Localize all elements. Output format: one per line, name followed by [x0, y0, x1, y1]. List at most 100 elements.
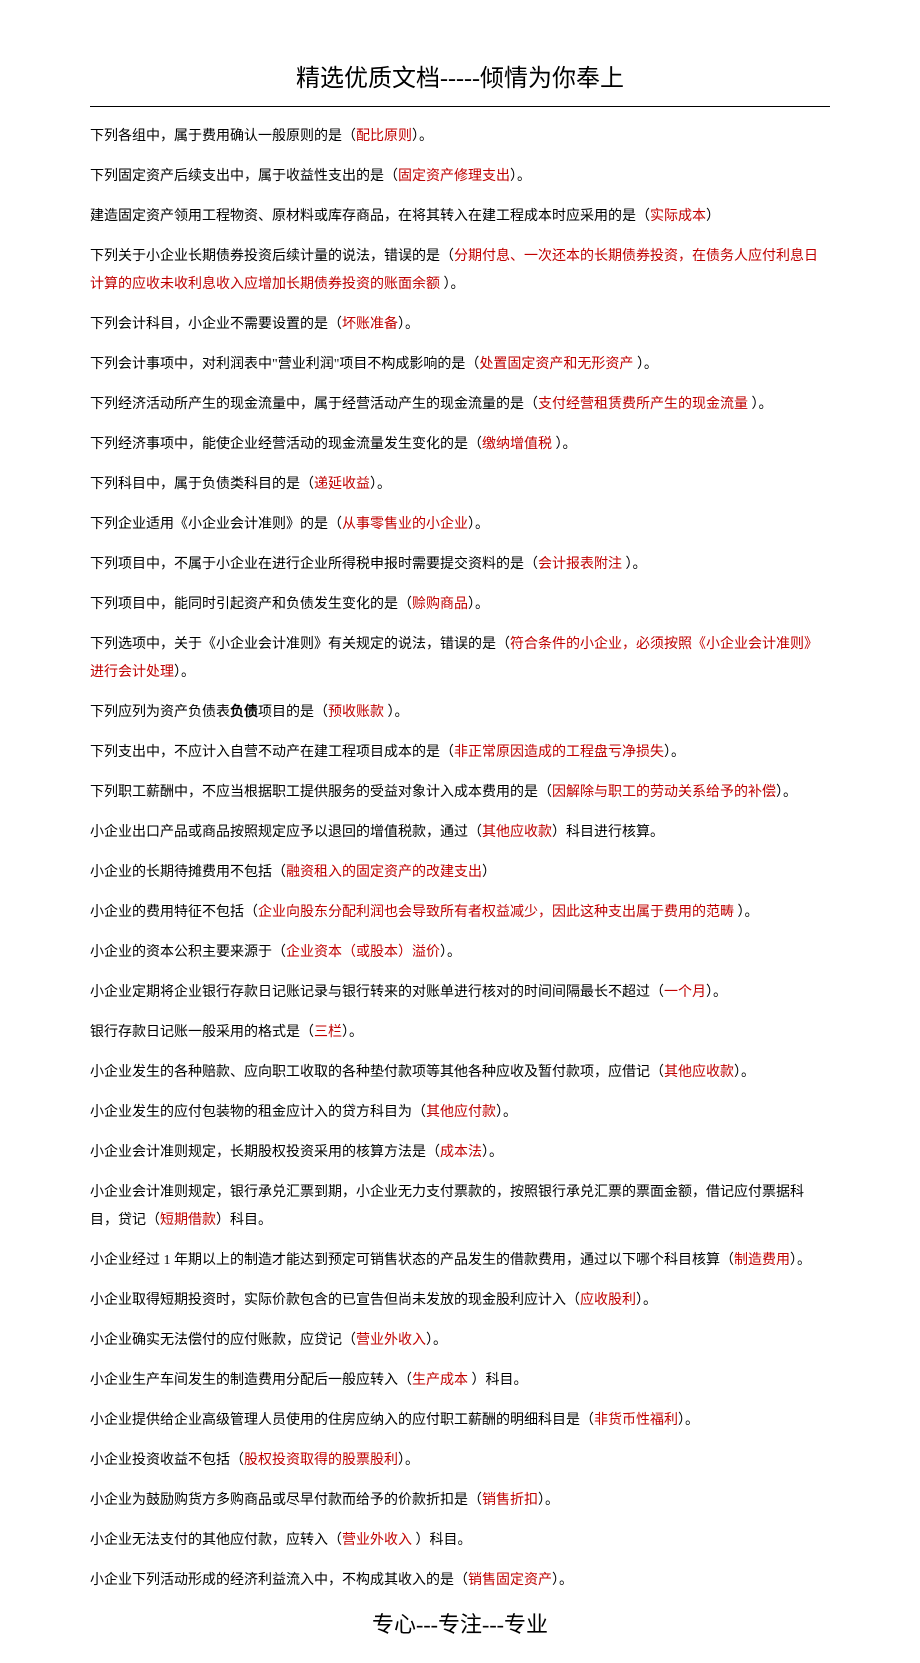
text-line: 下列经济事项中，能使企业经营活动的现金流量发生变化的是（缴纳增值税 ）。 — [90, 431, 830, 459]
answer-text: 缴纳增值税 — [482, 437, 552, 452]
answer-text: 营业外收入 — [356, 1333, 426, 1348]
answer-text: 预收账款 — [328, 705, 384, 720]
answer-text: 营业外收入 — [342, 1533, 412, 1548]
question-text: 下列项目中，能同时引起资产和负债发生变化的是（ — [90, 597, 412, 612]
question-text: ） — [706, 209, 720, 224]
question-text: 小企业取得短期投资时，实际价款包含的已宣告但尚未发放的现金股利应计入（ — [90, 1293, 580, 1308]
question-text: ）。 — [706, 985, 727, 1000]
question-text: ）科目。 — [216, 1213, 272, 1228]
question-text: 小企业投资收益不包括（ — [90, 1453, 244, 1468]
answer-text: 生产成本 — [412, 1373, 468, 1388]
question-text: ）科目进行核算。 — [552, 825, 664, 840]
answer-text: 赊购商品 — [412, 597, 468, 612]
text-line: 小企业发生的应付包装物的租金应计入的贷方科目为（其他应付款）。 — [90, 1099, 830, 1127]
question-text: 项目的是（ — [258, 705, 328, 720]
question-text: 小企业的费用特征不包括（ — [90, 905, 258, 920]
text-line: 下列应列为资产负债表负债项目的是（预收账款 ）。 — [90, 699, 830, 727]
question-text: 小企业提供给企业高级管理人员使用的住房应纳入的应付职工薪酬的明细科目是（ — [90, 1413, 594, 1428]
question-text: ）。 — [412, 129, 433, 144]
question-text: 下列职工薪酬中，不应当根据职工提供服务的受益对象计入成本费用的是（ — [90, 785, 552, 800]
question-text: ）。 — [636, 1293, 657, 1308]
question-text: ）。 — [734, 1065, 755, 1080]
text-line: 下列固定资产后续支出中，属于收益性支出的是（固定资产修理支出）。 — [90, 163, 830, 191]
text-line: 下列会计事项中，对利润表中"营业利润"项目不构成影响的是（处置固定资产和无形资产… — [90, 351, 830, 379]
question-text: ）。 — [734, 905, 759, 920]
answer-text: 支付经营租赁费所产生的现金流量 — [538, 397, 748, 412]
question-text: 建造固定资产领用工程物资、原材料或库存商品，在将其转入在建工程成本时应采用的是（ — [90, 209, 650, 224]
question-text: 小企业为鼓励购货方多购商品或尽早付款而给予的价款折扣是（ — [90, 1493, 482, 1508]
question-text: ）。 — [538, 1493, 559, 1508]
answer-text: 短期借款 — [160, 1213, 216, 1228]
text-line: 建造固定资产领用工程物资、原材料或库存商品，在将其转入在建工程成本时应采用的是（… — [90, 203, 830, 231]
question-text: 下列应列为资产负债表 — [90, 705, 230, 720]
question-text: 小企业经过 1 年期以上的制造才能达到预定可销售状态的产品发生的借款费用，通过以… — [90, 1253, 734, 1268]
answer-text: 其他应收款 — [482, 825, 552, 840]
text-line: 小企业的费用特征不包括（企业向股东分配利润也会导致所有者权益减少，因此这种支出属… — [90, 899, 830, 927]
text-line: 小企业的长期待摊费用不包括（融资租入的固定资产的改建支出） — [90, 859, 830, 887]
question-text: ）。 — [398, 1453, 419, 1468]
question-text: ） — [482, 865, 496, 880]
text-line: 小企业会计准则规定，银行承兑汇票到期，小企业无力支付票款的，按照银行承兑汇票的票… — [90, 1179, 830, 1235]
question-text: 下列企业适用《小企业会计准则》的是（ — [90, 517, 342, 532]
text-line: 下列科目中，属于负债类科目的是（递延收益）。 — [90, 471, 830, 499]
answer-text: 制造费用 — [734, 1253, 790, 1268]
question-text: ）。 — [776, 785, 797, 800]
question-text: ）。 — [496, 1105, 517, 1120]
question-text: 下列科目中，属于负债类科目的是（ — [90, 477, 314, 492]
answer-text: 融资租入的固定资产的改建支出 — [286, 865, 482, 880]
text-line: 银行存款日记账一般采用的格式是（三栏）。 — [90, 1019, 830, 1047]
question-text: ）。 — [482, 1145, 503, 1160]
question-text: 小企业发生的应付包装物的租金应计入的贷方科目为（ — [90, 1105, 426, 1120]
answer-text: 销售固定资产 — [468, 1573, 552, 1588]
question-text: 小企业的长期待摊费用不包括（ — [90, 865, 286, 880]
question-text: 下列各组中，属于费用确认一般原则的是（ — [90, 129, 356, 144]
answer-text: 一个月 — [664, 985, 706, 1000]
text-line: 下列项目中，不属于小企业在进行企业所得税申报时需要提交资料的是（会计报表附注 ）… — [90, 551, 830, 579]
question-text: 小企业无法支付的其他应付款，应转入（ — [90, 1533, 342, 1548]
question-text: 下列经济活动所产生的现金流量中，属于经营活动产生的现金流量的是（ — [90, 397, 538, 412]
answer-text: 配比原则 — [356, 129, 412, 144]
answer-text: 实际成本 — [650, 209, 706, 224]
text-line: 小企业下列活动形成的经济利益流入中，不构成其收入的是（销售固定资产）。 — [90, 1567, 830, 1595]
answer-text: 应收股利 — [580, 1293, 636, 1308]
question-text: ）。 — [468, 517, 489, 532]
answer-text: 递延收益 — [314, 477, 370, 492]
question-text: ）。 — [748, 397, 773, 412]
answer-text: 销售折扣 — [482, 1493, 538, 1508]
answer-text: 因解除与职工的劳动关系给予的补偿 — [552, 785, 776, 800]
text-line: 小企业出口产品或商品按照规定应予以退回的增值税款，通过（其他应收款）科目进行核算… — [90, 819, 830, 847]
text-line: 小企业取得短期投资时，实际价款包含的已宣告但尚未发放的现金股利应计入（应收股利）… — [90, 1287, 830, 1315]
question-text: 小企业发生的各种赔款、应向职工收取的各种垫付款项等其他各种应收及暂付款项，应借记… — [90, 1065, 664, 1080]
page-header: 精选优质文档-----倾情为你奉上 — [90, 60, 830, 107]
answer-text: 非货币性福利 — [594, 1413, 678, 1428]
question-text: 银行存款日记账一般采用的格式是（ — [90, 1025, 314, 1040]
answer-text: 处置固定资产和无形资产 — [479, 357, 633, 372]
question-text: 下列关于小企业长期债券投资后续计量的说法，错误的是（ — [90, 249, 454, 264]
text-line: 下列经济活动所产生的现金流量中，属于经营活动产生的现金流量的是（支付经营租赁费所… — [90, 391, 830, 419]
question-text: ）。 — [426, 1333, 447, 1348]
text-line: 下列会计科目，小企业不需要设置的是（坏账准备）。 — [90, 311, 830, 339]
text-line: 下列支出中，不应计入自营不动产在建工程项目成本的是（非正常原因造成的工程盘亏净损… — [90, 739, 830, 767]
question-text: 下列项目中，不属于小企业在进行企业所得税申报时需要提交资料的是（ — [90, 557, 538, 572]
text-line: 小企业定期将企业银行存款日记账记录与银行转来的对账单进行核对的时间间隔最长不超过… — [90, 979, 830, 1007]
question-text: ）。 — [622, 557, 647, 572]
text-line: 下列项目中，能同时引起资产和负债发生变化的是（赊购商品）。 — [90, 591, 830, 619]
question-text: 小企业的资本公积主要来源于（ — [90, 945, 286, 960]
text-line: 下列企业适用《小企业会计准则》的是（从事零售业的小企业）。 — [90, 511, 830, 539]
text-line: 下列职工薪酬中，不应当根据职工提供服务的受益对象计入成本费用的是（因解除与职工的… — [90, 779, 830, 807]
question-text: 下列经济事项中，能使企业经营活动的现金流量发生变化的是（ — [90, 437, 482, 452]
question-text: ）。 — [370, 477, 391, 492]
text-line: 小企业提供给企业高级管理人员使用的住房应纳入的应付职工薪酬的明细科目是（非货币性… — [90, 1407, 830, 1435]
answer-text: 三栏 — [314, 1025, 342, 1040]
answer-text: 会计报表附注 — [538, 557, 622, 572]
question-text: ）科目。 — [468, 1373, 528, 1388]
text-line: 下列关于小企业长期债券投资后续计量的说法，错误的是（分期付息、一次还本的长期债券… — [90, 243, 830, 299]
question-text: 小企业下列活动形成的经济利益流入中，不构成其收入的是（ — [90, 1573, 468, 1588]
question-text: 小企业生产车间发生的制造费用分配后一般应转入（ — [90, 1373, 412, 1388]
text-line: 小企业生产车间发生的制造费用分配后一般应转入（生产成本 ）科目。 — [90, 1367, 830, 1395]
question-text: ）。 — [440, 277, 465, 292]
question-text: ）。 — [510, 169, 531, 184]
question-text: ）。 — [342, 1025, 363, 1040]
question-text: ）。 — [678, 1413, 699, 1428]
question-text: ）。 — [552, 437, 577, 452]
